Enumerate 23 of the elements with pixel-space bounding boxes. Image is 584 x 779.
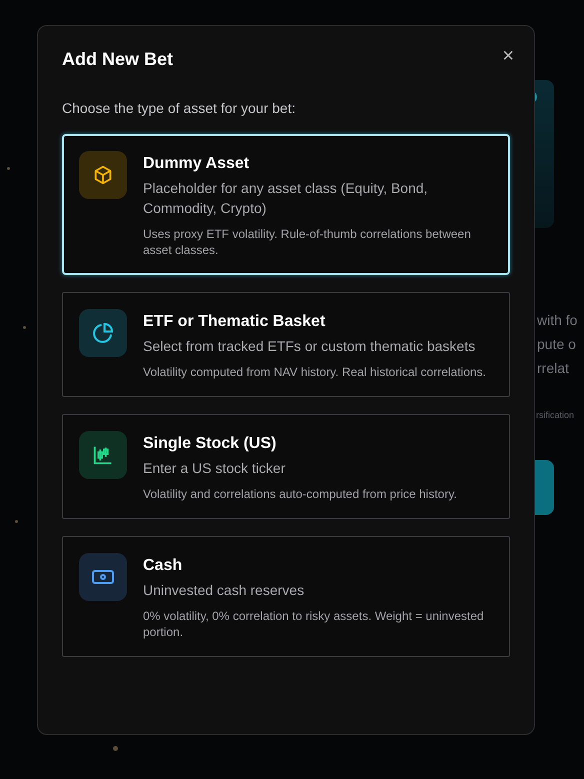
dialog-title: Add New Bet [62,49,174,70]
prompt-text: Choose the type of asset for your bet: [62,100,296,116]
option-note: Volatility and correlations auto-computed from price history. [143,486,457,502]
asset-option[interactable]: Single Stock (US) Enter a US stock ticker Volatility and correlations auto-computed from price history. [62,414,510,519]
asset-option[interactable]: ETF or Thematic Basket Select from tracked ETFs or custom thematic baskets Volatility computed from NAV history. Real historical correlations. [62,292,510,397]
background-text: rrelat [537,359,570,378]
option-description: Uninvested cash reserves [143,581,306,600]
background-text: rsification [536,410,574,420]
option-description: Placeholder for any asset class (Equity, Bond, Commodity, Crypto) [143,179,429,218]
option-description: Select from tracked ETFs or custom thematic baskets [143,337,476,356]
close-button[interactable]: × [498,46,518,66]
option-title: Single Stock (US) [143,434,278,454]
option-note: Uses proxy ETF volatility. Rule-of-thumb correlations between asset classes. [143,226,472,258]
option-note: Volatility computed from NAV history. Real historical correlations. [143,364,486,380]
option-description: Enter a US stock ticker [143,459,286,478]
option-note: 0% volatility, 0% correlation to risky assets. Weight = uninvested portion. [143,608,485,640]
background-text: pute o [537,335,577,354]
option-title: Dummy Asset [143,154,250,174]
background-text: with fo [537,311,578,330]
option-title: Cash [143,556,184,576]
asset-option[interactable]: Cash Uninvested cash reserves 0% volatility, 0% correlation to risky assets. Weight = uninvested portion. [62,536,510,657]
asset-option[interactable]: Dummy Asset Placeholder for any asset class (Equity, Bond, Commodity, Crypto) Uses proxy ETF volatility. Rule-of-thumb correlations between asset classes. [62,134,510,275]
option-title: ETF or Thematic Basket [143,312,326,332]
